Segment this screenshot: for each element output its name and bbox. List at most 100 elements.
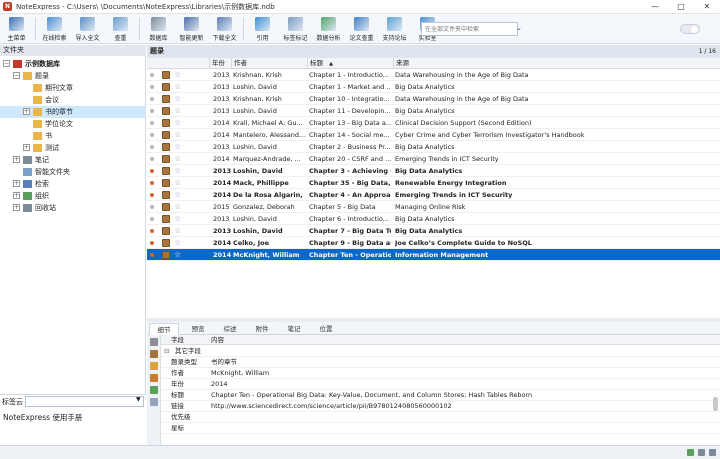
toolbar-button-7[interactable]: 引用: [246, 14, 279, 44]
column-title[interactable]: 标题 ▲: [307, 58, 393, 69]
toggle-switch[interactable]: [680, 24, 700, 34]
search-box[interactable]: [421, 22, 518, 36]
star-icon[interactable]: ☆: [174, 237, 181, 249]
table-row[interactable]: ☆ 2013 Loshin, David Chapter 1 - Market and…: [147, 81, 720, 93]
star-icon[interactable]: ☆: [174, 213, 181, 225]
star-icon[interactable]: ☆: [174, 201, 181, 213]
table-row[interactable]: ☆ 2013 Krishnan, Krish Chapter 10 - Integra…: [147, 93, 720, 105]
lock-icon[interactable]: [150, 338, 158, 346]
tab-4[interactable]: 笔记: [279, 323, 309, 335]
field-row[interactable]: 链接 http://www.sciencedirect.com/science/a…: [161, 401, 720, 412]
toolbar-button-8[interactable]: 标签标记: [279, 14, 312, 44]
table-row[interactable]: ☆ 2013 Krishnan, Krish Chapter 1 - Introduc…: [147, 69, 720, 81]
grid-icon[interactable]: [150, 386, 158, 394]
tab-3[interactable]: 附件: [247, 323, 277, 335]
toolbar-button-5[interactable]: 智能更新: [175, 14, 208, 44]
edit-icon[interactable]: [150, 398, 158, 406]
tree-item-11[interactable]: + 组织: [0, 190, 146, 202]
expand-icon[interactable]: +: [23, 144, 30, 151]
toolbar-button-0[interactable]: 主菜单: [0, 14, 33, 44]
toolbar-button-2[interactable]: 导入全文: [71, 14, 104, 44]
toolbar-button-6[interactable]: 下载全文: [208, 14, 241, 44]
toolbar-button-4[interactable]: 数据库: [142, 14, 175, 44]
tag-item[interactable]: NoteExpress 使用手册: [3, 412, 82, 423]
expand-icon[interactable]: +: [13, 192, 20, 199]
table-row[interactable]: ☆ 2013 Loshin, David Chapter 11 - Developin…: [147, 105, 720, 117]
star-icon[interactable]: ☆: [174, 129, 181, 141]
expand-icon[interactable]: +: [13, 156, 20, 163]
search-input[interactable]: [425, 25, 505, 33]
layout-icon[interactable]: [709, 449, 716, 456]
table-row[interactable]: ☆ 2013 Loshin, David Chapter 2 - Business P…: [147, 141, 720, 153]
field-row[interactable]: 标题 Chapter Ten - Operational Big Data: Ke…: [161, 390, 720, 401]
attachment-icon[interactable]: [150, 374, 158, 382]
column-author[interactable]: 作者: [231, 58, 307, 69]
toolbar-button-10[interactable]: 论文查重: [345, 14, 378, 44]
tree-item-6[interactable]: 书: [0, 130, 146, 142]
field-row[interactable]: 星标: [161, 423, 720, 434]
table-row[interactable]: ☆ 2013 Loshin, David Chapter 3 - Achieving …: [147, 165, 720, 177]
minimize-button[interactable]: —: [642, 2, 668, 11]
reference-icon[interactable]: [150, 350, 158, 358]
field-group-row[interactable]: ⊟ 其它字段: [161, 346, 720, 357]
star-icon[interactable]: ☆: [174, 177, 181, 189]
table-row[interactable]: ☆ 2013 Loshin, David Chapter 7 - Big Data T…: [147, 225, 720, 237]
star-icon[interactable]: ☆: [174, 93, 181, 105]
tree-item-8[interactable]: + 笔记: [0, 154, 146, 166]
field-row[interactable]: 题录类型 书的章节: [161, 357, 720, 368]
table-row[interactable]: ☆ 2014 Krall, Michael A; Gu... Chapter 13 -…: [147, 117, 720, 129]
star-icon[interactable]: ☆: [174, 81, 181, 93]
star-icon[interactable]: ☆: [174, 117, 181, 129]
maximize-button[interactable]: □: [668, 2, 694, 11]
table-row[interactable]: ☆ 2015 Gonzalez, Deborah Chapter 5 - Big Da…: [147, 201, 720, 213]
star-icon[interactable]: ☆: [174, 153, 181, 165]
toolbar-button-1[interactable]: 在线检索: [38, 14, 71, 44]
note-icon[interactable]: [150, 362, 158, 370]
tree-item-2[interactable]: 期刊文章: [0, 82, 146, 94]
settings-icon[interactable]: [698, 449, 705, 456]
tree-item-7[interactable]: + 测试: [0, 142, 146, 154]
star-icon[interactable]: ☆: [174, 189, 181, 201]
tree-item-9[interactable]: 智能文件夹: [0, 166, 146, 178]
star-icon[interactable]: ☆: [174, 69, 181, 81]
expand-icon[interactable]: +: [23, 108, 30, 115]
star-icon[interactable]: ☆: [174, 249, 181, 261]
tag-cloud-select[interactable]: [25, 396, 144, 407]
column-source[interactable]: 来源: [393, 58, 720, 69]
table-row[interactable]: ☆ 2014 Mantelero, Alessand... Chapter 14 - …: [147, 129, 720, 141]
star-icon[interactable]: ☆: [174, 165, 181, 177]
scrollbar-thumb[interactable]: [713, 397, 718, 411]
table-row[interactable]: ☆ 2013 Loshin, David Chapter 6 - Introducti…: [147, 213, 720, 225]
toolbar-button-3[interactable]: 查重: [104, 14, 137, 44]
chevron-down-icon[interactable]: ⌄: [516, 24, 522, 32]
tree-item-3[interactable]: 会议: [0, 94, 146, 106]
expand-icon[interactable]: +: [13, 180, 20, 187]
tree-item-0[interactable]: − 示例数据库: [0, 58, 146, 70]
collapse-icon[interactable]: −: [3, 60, 10, 67]
tab-1[interactable]: 预览: [183, 323, 213, 335]
table-row[interactable]: ☆ 2014 De la Rosa Algarin, ... Chapter 4 - …: [147, 189, 720, 201]
table-row[interactable]: ☆ 2014Celko, Joe Chapter 9 - Big Data an..…: [147, 237, 720, 249]
collapse-icon[interactable]: −: [13, 72, 20, 79]
table-row[interactable]: ☆ 2014 McKnight, William Chapter Ten - Oper…: [147, 249, 720, 261]
field-row[interactable]: 优先级: [161, 412, 720, 423]
tree-item-12[interactable]: + 回收站: [0, 202, 146, 214]
table-row[interactable]: ☆ 2014 Marquez-Andrade, ... Chapter 20 - CS…: [147, 153, 720, 165]
tree-item-1[interactable]: − 题录: [0, 70, 146, 82]
field-row[interactable]: 作者 McKnight, William: [161, 368, 720, 379]
tab-0[interactable]: 细节: [149, 323, 179, 335]
tab-5[interactable]: 位置: [311, 323, 341, 335]
sync-status-icon[interactable]: [687, 449, 694, 456]
column-year[interactable]: 年份: [209, 58, 231, 69]
collapse-icon[interactable]: ⊟: [164, 346, 169, 357]
toolbar-button-9[interactable]: 数据分析: [312, 14, 345, 44]
star-icon[interactable]: ☆: [174, 225, 181, 237]
star-icon[interactable]: ☆: [174, 105, 181, 117]
tree-item-5[interactable]: 学位论文: [0, 118, 146, 130]
tab-2[interactable]: 综述: [215, 323, 245, 335]
chevron-down-icon[interactable]: ▼: [136, 396, 141, 403]
tree-item-10[interactable]: + 检索: [0, 178, 146, 190]
expand-icon[interactable]: +: [13, 204, 20, 211]
toolbar-button-11[interactable]: 支持论坛: [378, 14, 411, 44]
field-row[interactable]: 年份 2014: [161, 379, 720, 390]
